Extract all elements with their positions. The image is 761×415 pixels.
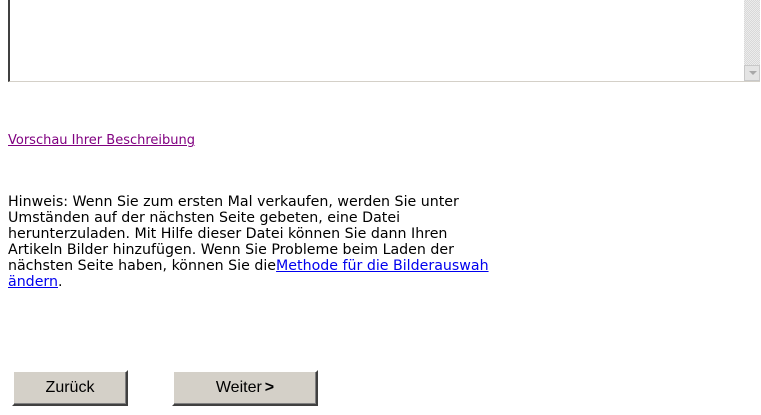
preview-description-link[interactable]: Vorschau Ihrer Beschreibung — [8, 133, 195, 149]
change-image-method-link-cont[interactable]: ändern — [8, 274, 58, 290]
notice-line: Artikeln Bilder hinzufügen. Wenn Sie Pro… — [8, 242, 454, 258]
notice-period: . — [58, 274, 63, 290]
next-button[interactable]: Weiter > — [172, 370, 318, 406]
back-button[interactable]: Zurück — [12, 370, 128, 406]
notice-line: ändern. — [8, 274, 760, 290]
next-button-label: Weiter — [215, 379, 262, 396]
notice-line: Hinweis: Wenn Sie zum ersten Mal verkauf… — [8, 194, 459, 210]
notice-line: nächsten Seite haben, können Sie dieMeth… — [8, 258, 760, 274]
back-button-label: Zurück — [45, 379, 95, 396]
notice-line: herunterzuladen. Mit Hilfe dieser Datei … — [8, 226, 448, 242]
notice-text: nächsten Seite haben, können Sie die — [8, 258, 277, 274]
notice-paragraph: Hinweis: Wenn Sie zum ersten Mal verkauf… — [8, 194, 760, 290]
textarea-scrollbar[interactable] — [744, 0, 760, 81]
scroll-down-arrow-icon[interactable] — [744, 65, 760, 81]
description-textarea[interactable] — [8, 0, 760, 82]
notice-line: Umständen auf der nächsten Seite gebeten… — [8, 210, 401, 226]
change-image-method-link[interactable]: Methode für die Bilderauswah — [276, 258, 489, 274]
chevron-right-icon: > — [264, 379, 275, 396]
